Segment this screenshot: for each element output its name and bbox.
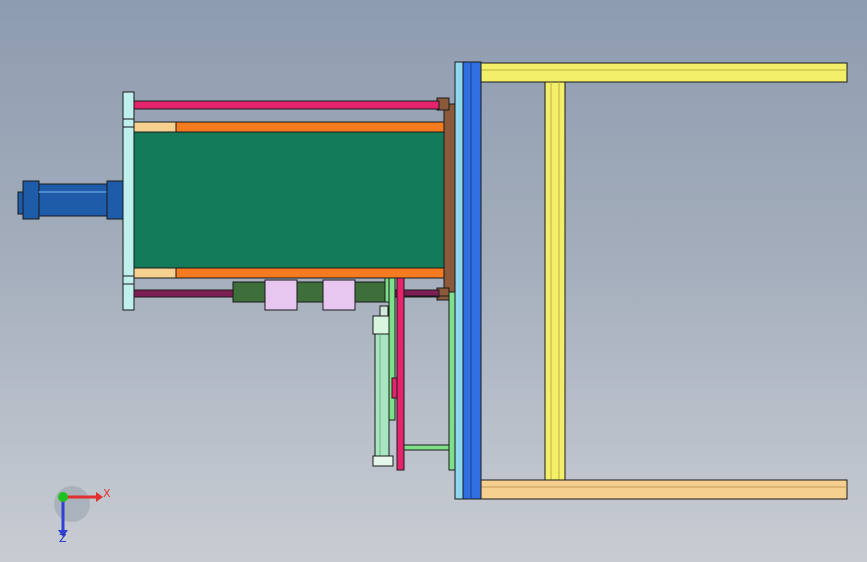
slider-block — [391, 377, 398, 399]
magenta-vertical-arm — [396, 277, 405, 471]
connector-bar — [403, 444, 450, 451]
roller-block-left — [264, 279, 298, 311]
bottom-tan-beam — [480, 479, 848, 500]
green-side-bar — [448, 291, 456, 471]
z-axis-label: Z — [59, 532, 67, 545]
roller-block-right — [322, 279, 356, 311]
motor-front-flange — [106, 180, 124, 220]
frame-assembly — [480, 62, 848, 500]
drive-motor — [17, 180, 124, 220]
roller-assembly — [232, 277, 396, 311]
top-rail-end-cap — [133, 121, 177, 133]
brown-flange — [443, 103, 456, 293]
left-end-plate — [122, 91, 135, 311]
motor-body — [38, 183, 110, 217]
assembly-drawing[interactable]: X Z — [0, 0, 867, 562]
cylinder-head — [372, 315, 392, 335]
x-axis-arrow — [96, 492, 103, 502]
dark-green-roller — [232, 281, 394, 303]
top-orange-rail — [133, 121, 445, 133]
green-box — [133, 131, 445, 269]
vertical-yellow-post — [544, 81, 566, 481]
light-blue-plate — [454, 61, 464, 500]
cylinder-barrel — [374, 333, 390, 457]
motor-rear-flange — [22, 180, 40, 220]
x-axis-label: X — [103, 487, 111, 500]
top-yellow-beam — [480, 62, 848, 83]
main-housing — [133, 121, 445, 279]
cylinder-top-fitting — [379, 305, 389, 317]
blue-plate — [462, 61, 482, 500]
bottom-rail-end-cap — [133, 267, 177, 279]
y-axis-dot — [58, 492, 68, 502]
pale-cyan-end-plate — [122, 91, 135, 311]
top-magenta-rod — [133, 100, 440, 110]
coordinate-triad: X Z — [54, 486, 111, 545]
bottom-orange-rail — [133, 267, 445, 279]
cad-viewport[interactable]: X Z — [0, 0, 867, 562]
green-vertical-bracket — [388, 277, 396, 421]
triad-origin-shadow — [54, 486, 90, 522]
cylinder-base — [372, 455, 394, 467]
vertical-cylinder-assembly — [372, 277, 450, 471]
